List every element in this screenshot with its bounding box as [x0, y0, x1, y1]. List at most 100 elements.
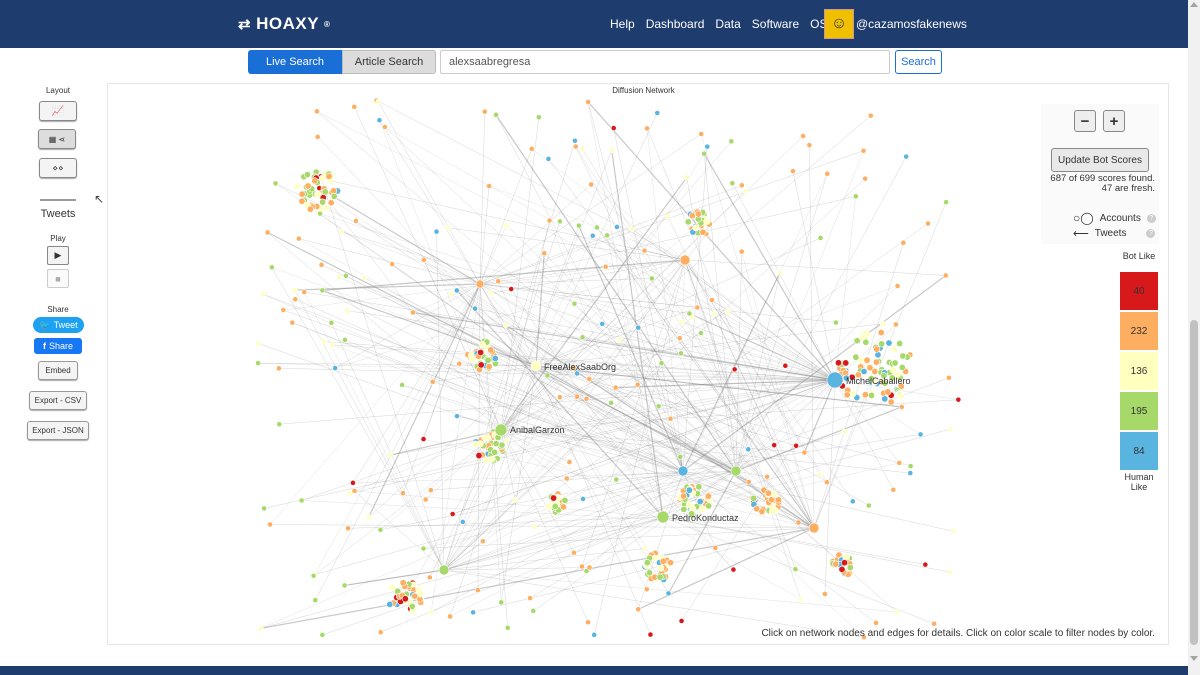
export-csv-button[interactable]: Export - CSV: [29, 391, 87, 410]
network-node[interactable]: [873, 620, 879, 626]
network-node[interactable]: [317, 210, 323, 217]
network-node[interactable]: [893, 609, 900, 615]
network-node[interactable]: [629, 225, 636, 232]
scroll-up-icon[interactable]: [1190, 2, 1198, 7]
network-node[interactable]: [314, 134, 321, 140]
network-edge[interactable]: [684, 259, 946, 276]
network-node[interactable]: [745, 478, 752, 485]
network-node[interactable]: [298, 197, 306, 205]
network-node[interactable]: [260, 291, 266, 298]
network-node[interactable]: [677, 465, 689, 477]
network-node[interactable]: [531, 524, 537, 530]
scale-bin-bot[interactable]: 40: [1119, 271, 1159, 311]
network-node[interactable]: [448, 291, 454, 297]
network-node[interactable]: [293, 182, 301, 190]
network-node[interactable]: [586, 376, 593, 382]
network-node[interactable]: [903, 153, 910, 160]
network-node[interactable]: [389, 261, 396, 268]
network-node[interactable]: [503, 222, 510, 229]
network-node[interactable]: [648, 275, 655, 282]
network-node[interactable]: [475, 587, 481, 594]
network-node[interactable]: [361, 274, 367, 281]
network-edge[interactable]: [631, 228, 836, 381]
network-node[interactable]: [328, 319, 335, 326]
network-node[interactable]: [264, 229, 271, 236]
network-edge[interactable]: [322, 516, 664, 636]
network-node[interactable]: [865, 502, 872, 509]
update-bot-scores-button[interactable]: Update Bot Scores: [1051, 148, 1149, 172]
network-node[interactable]: [896, 459, 903, 466]
network-node[interactable]: [658, 360, 665, 367]
network-node[interactable]: [602, 263, 609, 270]
network-node[interactable]: [680, 505, 688, 513]
network-edge[interactable]: [354, 106, 502, 431]
network-node[interactable]: [641, 247, 648, 254]
network-node[interactable]: [922, 561, 929, 568]
network-node[interactable]: [644, 125, 650, 132]
network-node[interactable]: [832, 560, 840, 568]
network-node[interactable]: [420, 436, 427, 442]
username[interactable]: @cazamosfakenews: [856, 17, 967, 31]
network-node[interactable]: [420, 545, 427, 552]
network-edge[interactable]: [355, 220, 815, 529]
network-node[interactable]: [589, 232, 596, 239]
network-node[interactable]: [656, 573, 664, 581]
network-node[interactable]: [276, 421, 283, 428]
network-node[interactable]: [793, 442, 800, 449]
network-edge[interactable]: [378, 101, 481, 285]
network-node[interactable]: [579, 145, 586, 152]
network-node[interactable]: [488, 290, 494, 296]
network-node[interactable]: [950, 528, 957, 535]
network-node[interactable]: [353, 217, 359, 224]
scale-bin-neutral[interactable]: 136: [1119, 351, 1159, 391]
network-node[interactable]: [257, 625, 264, 632]
network-node[interactable]: [291, 287, 298, 293]
network-node[interactable]: [897, 392, 905, 400]
network-node[interactable]: [698, 131, 705, 137]
network-node[interactable]: [325, 172, 333, 180]
network-node[interactable]: [351, 103, 358, 110]
network-node[interactable]: [306, 205, 314, 213]
network-node[interactable]: [298, 190, 306, 198]
network-node[interactable]: [427, 487, 434, 494]
network-edge[interactable]: [592, 235, 836, 381]
network-node[interactable]: [312, 597, 319, 604]
network-node[interactable]: [585, 619, 591, 626]
search-button[interactable]: Search: [895, 50, 942, 74]
network-edge[interactable]: [443, 548, 645, 571]
network-node[interactable]: [863, 331, 871, 339]
network-node[interactable]: [545, 155, 552, 162]
network-node[interactable]: [255, 360, 261, 366]
network-edge[interactable]: [593, 259, 686, 635]
network-node[interactable]: [947, 426, 954, 432]
network-node[interactable]: [657, 564, 665, 572]
network-node[interactable]: [381, 124, 388, 130]
network-node[interactable]: [643, 586, 650, 593]
network-node[interactable]: [330, 192, 338, 200]
network-node[interactable]: [849, 498, 856, 505]
network-node[interactable]: [556, 394, 563, 401]
network-edge[interactable]: [700, 133, 815, 529]
network-node[interactable]: [832, 319, 839, 326]
network-node[interactable]: [866, 364, 874, 372]
network-node[interactable]: [342, 336, 348, 343]
network-edge[interactable]: [298, 238, 481, 285]
network-node[interactable]: [493, 111, 499, 118]
network-node[interactable]: [646, 569, 654, 577]
network-node[interactable]: [580, 496, 586, 502]
network-edge[interactable]: [316, 177, 686, 261]
network-node[interactable]: [808, 522, 820, 534]
network-node[interactable]: [295, 235, 302, 242]
network-node[interactable]: [572, 137, 578, 144]
network-node[interactable]: [492, 440, 500, 448]
network-node[interactable]: [680, 492, 688, 500]
network-node[interactable]: [907, 463, 914, 469]
network-edge[interactable]: [443, 323, 883, 571]
network-node[interactable]: [877, 329, 885, 337]
network-node[interactable]: [647, 631, 654, 638]
network-node[interactable]: [695, 210, 703, 218]
network-node[interactable]: [454, 413, 460, 420]
network-node[interactable]: [684, 218, 692, 226]
export-json-button[interactable]: Export - JSON: [27, 421, 89, 440]
network-edge[interactable]: [303, 291, 445, 571]
